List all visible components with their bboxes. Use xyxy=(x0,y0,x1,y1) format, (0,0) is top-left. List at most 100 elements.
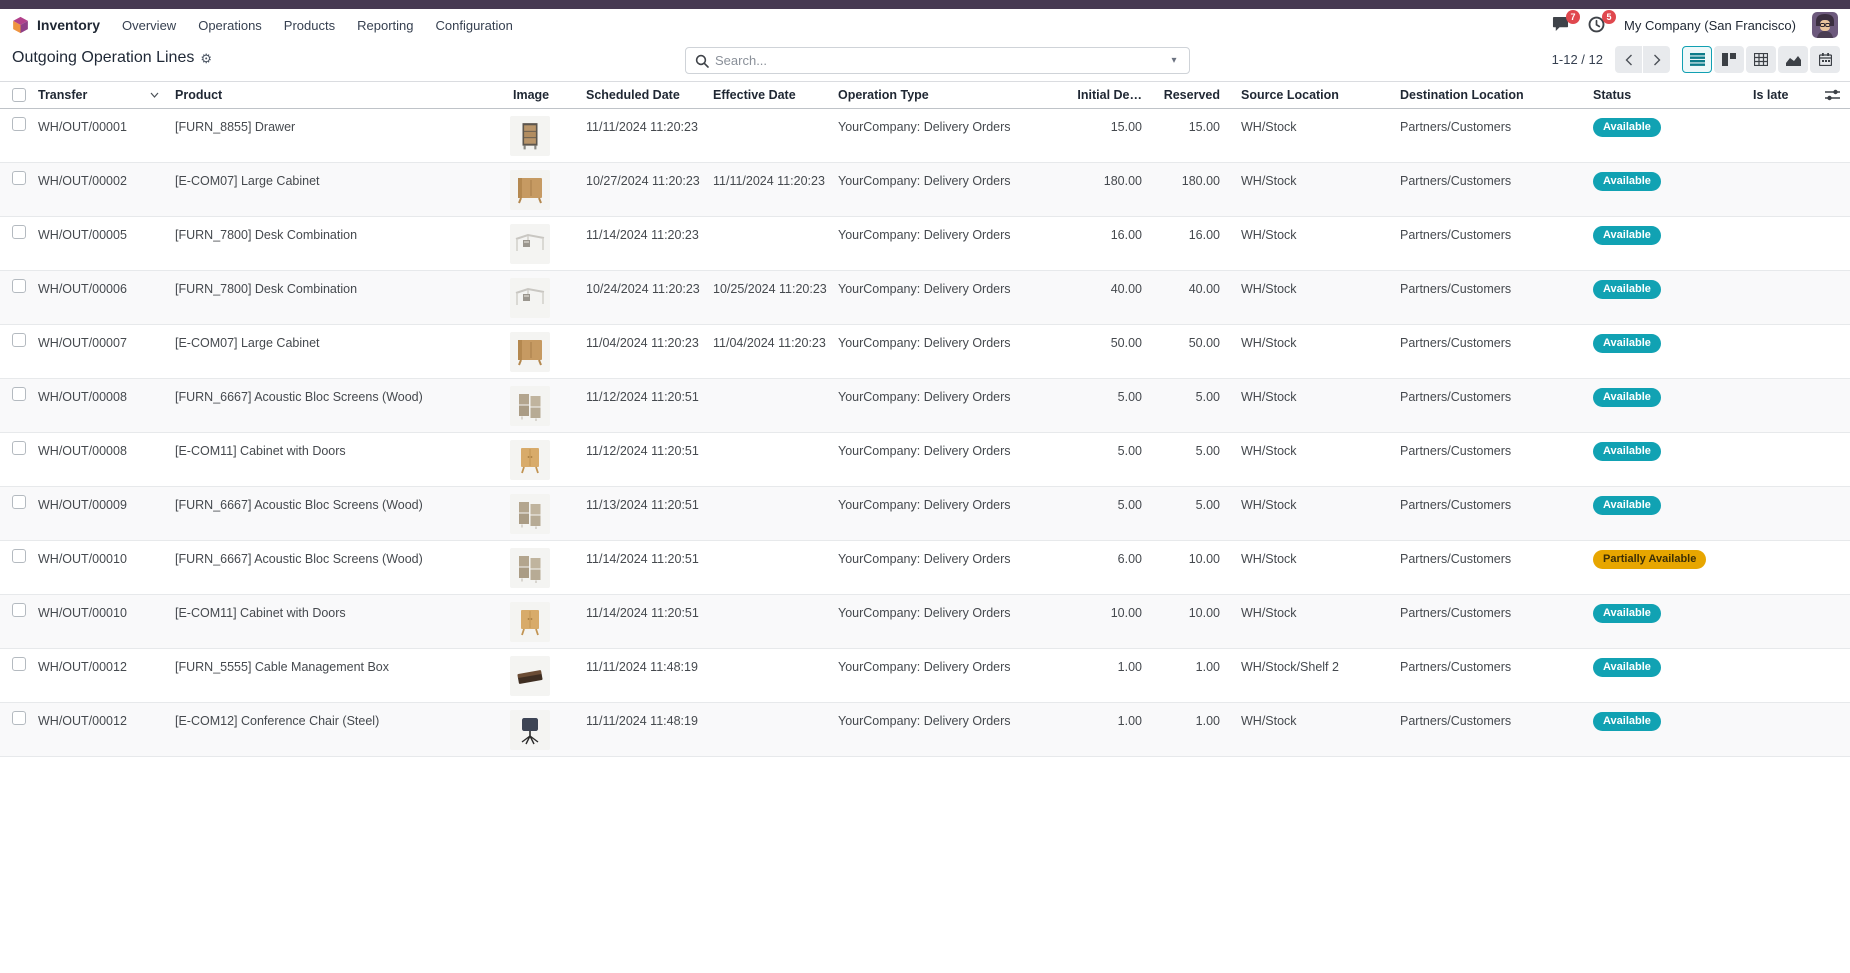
effective-date-cell[interactable]: 10/25/2024 11:20:23 xyxy=(705,271,830,324)
initial-demand-cell[interactable]: 5.00 xyxy=(1025,433,1150,486)
effective-date-cell[interactable]: 11/04/2024 11:20:23 xyxy=(705,325,830,378)
status-cell[interactable]: Available xyxy=(1585,595,1745,648)
scheduled-date-cell[interactable]: 10/27/2024 11:20:23 xyxy=(578,163,705,216)
table-row[interactable]: WH/OUT/00012 [E-COM12] Conference Chair … xyxy=(0,703,1850,757)
column-header-is-late[interactable]: Is late xyxy=(1745,88,1800,102)
row-checkbox[interactable] xyxy=(12,495,26,509)
product-cell[interactable]: [E-COM11] Cabinet with Doors xyxy=(167,433,505,486)
is-late-cell[interactable] xyxy=(1745,487,1800,540)
table-row[interactable]: WH/OUT/00007 [E-COM07] Large Cabinet 11/… xyxy=(0,325,1850,379)
app-menu-button[interactable]: Inventory xyxy=(12,16,100,34)
initial-demand-cell[interactable]: 5.00 xyxy=(1025,487,1150,540)
transfer-cell[interactable]: WH/OUT/00008 xyxy=(30,379,167,432)
row-checkbox[interactable] xyxy=(12,441,26,455)
operation-type-cell[interactable]: YourCompany: Delivery Orders xyxy=(830,595,1025,648)
is-late-cell[interactable] xyxy=(1745,595,1800,648)
reserved-cell[interactable]: 15.00 xyxy=(1150,109,1228,162)
source-location-cell[interactable]: WH/Stock xyxy=(1228,595,1392,648)
source-location-cell[interactable]: WH/Stock xyxy=(1228,109,1392,162)
effective-date-cell[interactable] xyxy=(705,703,830,756)
status-cell[interactable]: Available xyxy=(1585,703,1745,756)
product-cell[interactable]: [FURN_7800] Desk Combination xyxy=(167,217,505,270)
row-checkbox[interactable] xyxy=(12,117,26,131)
scheduled-date-cell[interactable]: 11/12/2024 11:20:51 xyxy=(578,379,705,432)
table-row[interactable]: WH/OUT/00012 [FURN_5555] Cable Managemen… xyxy=(0,649,1850,703)
effective-date-cell[interactable] xyxy=(705,379,830,432)
scheduled-date-cell[interactable]: 11/14/2024 11:20:23 xyxy=(578,217,705,270)
scheduled-date-cell[interactable]: 10/24/2024 11:20:23 xyxy=(578,271,705,324)
product-cell[interactable]: [FURN_7800] Desk Combination xyxy=(167,271,505,324)
transfer-cell[interactable]: WH/OUT/00005 xyxy=(30,217,167,270)
effective-date-cell[interactable] xyxy=(705,433,830,486)
destination-location-cell[interactable]: Partners/Customers xyxy=(1392,595,1585,648)
table-row[interactable]: WH/OUT/00001 [FURN_8855] Drawer 11/11/20… xyxy=(0,109,1850,163)
activities-menu-button[interactable]: 5 xyxy=(1588,16,1608,34)
row-checkbox[interactable] xyxy=(12,279,26,293)
source-location-cell[interactable]: WH/Stock xyxy=(1228,217,1392,270)
transfer-cell[interactable]: WH/OUT/00012 xyxy=(30,649,167,702)
pivot-view-button[interactable] xyxy=(1746,46,1776,73)
scheduled-date-cell[interactable]: 11/11/2024 11:20:23 xyxy=(578,109,705,162)
is-late-cell[interactable] xyxy=(1745,163,1800,216)
is-late-cell[interactable] xyxy=(1745,325,1800,378)
initial-demand-cell[interactable]: 16.00 xyxy=(1025,217,1150,270)
table-row[interactable]: WH/OUT/00009 [FURN_6667] Acoustic Bloc S… xyxy=(0,487,1850,541)
reserved-cell[interactable]: 10.00 xyxy=(1150,595,1228,648)
select-all-checkbox[interactable] xyxy=(12,88,26,102)
row-checkbox[interactable] xyxy=(12,603,26,617)
reserved-cell[interactable]: 16.00 xyxy=(1150,217,1228,270)
nav-item-products[interactable]: Products xyxy=(284,18,335,33)
initial-demand-cell[interactable]: 10.00 xyxy=(1025,595,1150,648)
kanban-view-button[interactable] xyxy=(1714,46,1744,73)
effective-date-cell[interactable]: 11/11/2024 11:20:23 xyxy=(705,163,830,216)
image-cell[interactable] xyxy=(505,433,578,486)
table-row[interactable]: WH/OUT/00010 [FURN_6667] Acoustic Bloc S… xyxy=(0,541,1850,595)
reserved-cell[interactable]: 1.00 xyxy=(1150,703,1228,756)
source-location-cell[interactable]: WH/Stock xyxy=(1228,703,1392,756)
row-checkbox[interactable] xyxy=(12,387,26,401)
product-cell[interactable]: [FURN_8855] Drawer xyxy=(167,109,505,162)
is-late-cell[interactable] xyxy=(1745,217,1800,270)
status-cell[interactable]: Available xyxy=(1585,217,1745,270)
status-cell[interactable]: Available xyxy=(1585,433,1745,486)
company-switcher[interactable]: My Company (San Francisco) xyxy=(1624,18,1796,33)
transfer-cell[interactable]: WH/OUT/00007 xyxy=(30,325,167,378)
user-avatar[interactable] xyxy=(1812,12,1838,38)
table-row[interactable]: WH/OUT/00002 [E-COM07] Large Cabinet 10/… xyxy=(0,163,1850,217)
nav-item-configuration[interactable]: Configuration xyxy=(435,18,512,33)
effective-date-cell[interactable] xyxy=(705,217,830,270)
optional-columns-button[interactable] xyxy=(1800,89,1850,101)
table-row[interactable]: WH/OUT/00008 [FURN_6667] Acoustic Bloc S… xyxy=(0,379,1850,433)
transfer-cell[interactable]: WH/OUT/00012 xyxy=(30,703,167,756)
action-gear-icon[interactable]: ⚙ xyxy=(200,52,212,65)
is-late-cell[interactable] xyxy=(1745,379,1800,432)
status-cell[interactable]: Partially Available xyxy=(1585,541,1745,594)
search-dropdown-toggle[interactable]: ▾ xyxy=(1159,48,1189,73)
operation-type-cell[interactable]: YourCompany: Delivery Orders xyxy=(830,541,1025,594)
destination-location-cell[interactable]: Partners/Customers xyxy=(1392,325,1585,378)
status-cell[interactable]: Available xyxy=(1585,649,1745,702)
image-cell[interactable] xyxy=(505,379,578,432)
is-late-cell[interactable] xyxy=(1745,541,1800,594)
status-cell[interactable]: Available xyxy=(1585,379,1745,432)
operation-type-cell[interactable]: YourCompany: Delivery Orders xyxy=(830,325,1025,378)
graph-view-button[interactable] xyxy=(1778,46,1808,73)
destination-location-cell[interactable]: Partners/Customers xyxy=(1392,703,1585,756)
column-header-initial-demand[interactable]: Initial De… xyxy=(1025,88,1150,102)
transfer-cell[interactable]: WH/OUT/00010 xyxy=(30,541,167,594)
image-cell[interactable] xyxy=(505,325,578,378)
destination-location-cell[interactable]: Partners/Customers xyxy=(1392,649,1585,702)
reserved-cell[interactable]: 5.00 xyxy=(1150,379,1228,432)
operation-type-cell[interactable]: YourCompany: Delivery Orders xyxy=(830,271,1025,324)
reserved-cell[interactable]: 40.00 xyxy=(1150,271,1228,324)
initial-demand-cell[interactable]: 15.00 xyxy=(1025,109,1150,162)
product-cell[interactable]: [FURN_5555] Cable Management Box xyxy=(167,649,505,702)
effective-date-cell[interactable] xyxy=(705,595,830,648)
image-cell[interactable] xyxy=(505,703,578,756)
is-late-cell[interactable] xyxy=(1745,649,1800,702)
column-header-effective-date[interactable]: Effective Date xyxy=(705,88,830,102)
initial-demand-cell[interactable]: 5.00 xyxy=(1025,379,1150,432)
destination-location-cell[interactable]: Partners/Customers xyxy=(1392,271,1585,324)
effective-date-cell[interactable] xyxy=(705,487,830,540)
operation-type-cell[interactable]: YourCompany: Delivery Orders xyxy=(830,487,1025,540)
